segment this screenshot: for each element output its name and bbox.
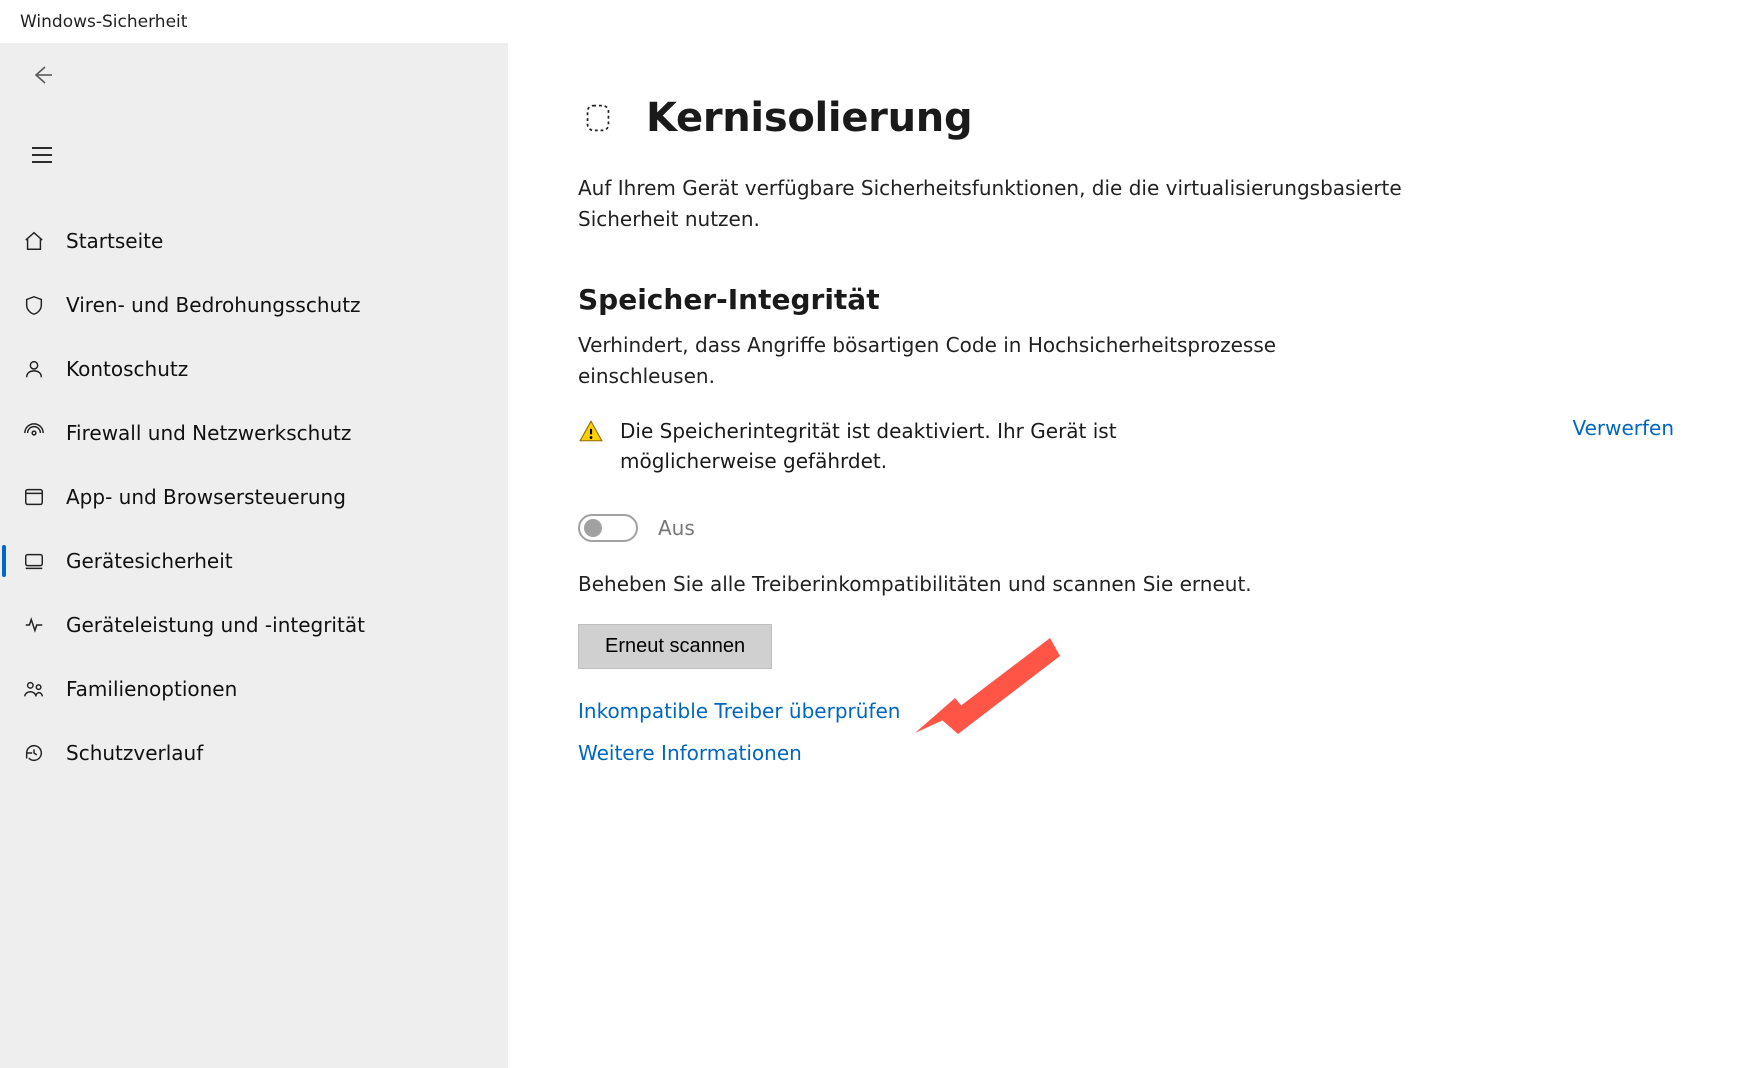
rescan-button[interactable]: Erneut scannen: [578, 624, 772, 669]
nav-label: Gerätesicherheit: [66, 549, 233, 573]
window-title: Windows-Sicherheit: [20, 12, 187, 32]
sidebar: Startseite Viren- und Bedrohungsschutz K…: [0, 43, 508, 1068]
dismiss-link[interactable]: Verwerfen: [1572, 416, 1674, 440]
nav-item-family[interactable]: Familienoptionen: [0, 657, 508, 721]
device-hlth-icon: [20, 611, 48, 639]
nav-item-firewall[interactable]: Firewall und Netzwerkschutz: [0, 401, 508, 465]
state-text: Die Speicherintegrität ist deaktiviert. …: [620, 416, 1230, 476]
toggle-knob: [584, 519, 602, 537]
memory-integrity-toggle[interactable]: [578, 514, 638, 542]
warning-icon: [578, 418, 604, 444]
resolve-hint: Beheben Sie alle Treiberinkompatibilität…: [578, 572, 1674, 596]
device-sec-icon: [20, 547, 48, 575]
page-subtitle: Auf Ihrem Gerät verfügbare Sicherheitsfu…: [578, 173, 1418, 235]
review-drivers-link[interactable]: Inkompatible Treiber überprüfen: [578, 699, 900, 723]
nav-item-home[interactable]: Startseite: [0, 209, 508, 273]
nav-item-history[interactable]: Schutzverlauf: [0, 721, 508, 785]
firewall-icon: [20, 419, 48, 447]
nav-label: App- und Browsersteuerung: [66, 485, 346, 509]
nav-item-devicesecurity[interactable]: Gerätesicherheit: [0, 529, 508, 593]
nav-label: Firewall und Netzwerkschutz: [66, 421, 351, 445]
section-title: Speicher-Integrität: [578, 283, 1674, 316]
learn-more-link[interactable]: Weitere Informationen: [578, 741, 802, 765]
nav-label: Kontoschutz: [66, 357, 188, 381]
hamburger-button[interactable]: [20, 135, 64, 179]
nav-item-devicehealth[interactable]: Geräteleistung und -integrität: [0, 593, 508, 657]
app-ctrl-icon: [20, 483, 48, 511]
nav-label: Viren- und Bedrohungsschutz: [66, 293, 361, 317]
toggle-label: Aus: [658, 516, 695, 540]
hamburger-icon: [30, 143, 54, 171]
history-icon: [20, 739, 48, 767]
back-button[interactable]: [20, 55, 64, 99]
page-title: Kernisolierung: [646, 95, 972, 141]
section-desc: Verhindert, dass Angriffe bösartigen Cod…: [578, 330, 1418, 392]
account-icon: [20, 355, 48, 383]
nav-item-account[interactable]: Kontoschutz: [0, 337, 508, 401]
shield-icon: [20, 291, 48, 319]
nav-list: Startseite Viren- und Bedrohungsschutz K…: [0, 209, 508, 785]
nav-label: Schutzverlauf: [66, 741, 203, 765]
nav-label: Geräteleistung und -integrität: [66, 613, 365, 637]
back-arrow-icon: [30, 63, 54, 91]
family-icon: [20, 675, 48, 703]
window-titlebar: Windows-Sicherheit: [0, 0, 1744, 43]
nav-item-virus[interactable]: Viren- und Bedrohungsschutz: [0, 273, 508, 337]
nav-label: Familienoptionen: [66, 677, 237, 701]
home-icon: [20, 227, 48, 255]
nav-label: Startseite: [66, 229, 163, 253]
chip-icon: [578, 98, 618, 138]
state-row: Die Speicherintegrität ist deaktiviert. …: [578, 416, 1674, 476]
main-content: Kernisolierung Auf Ihrem Gerät verfügbar…: [508, 43, 1744, 1068]
nav-item-appcontrol[interactable]: App- und Browsersteuerung: [0, 465, 508, 529]
